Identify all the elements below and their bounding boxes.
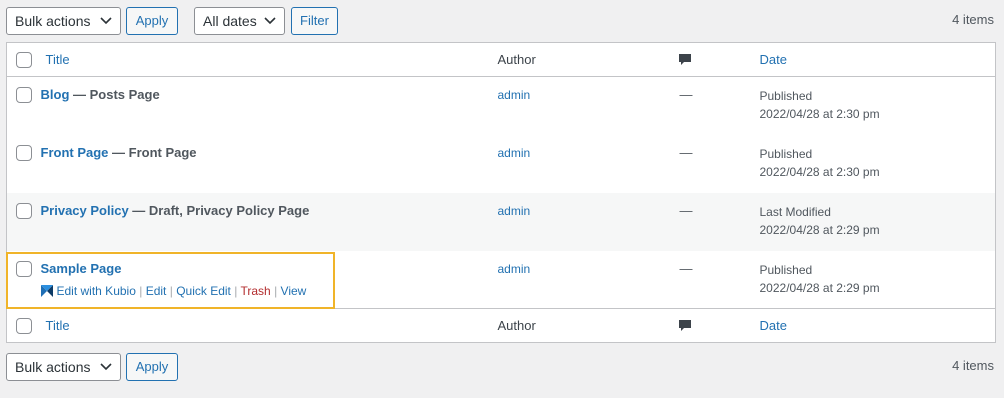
chevron-down-icon (264, 17, 276, 25)
select-all-checkbox[interactable] (16, 51, 32, 68)
post-date: 2022/04/28 at 2:30 pm (759, 164, 880, 179)
table-row: Front Page — Front Page admin — Publishe… (7, 135, 996, 193)
select-all-checkbox[interactable] (16, 317, 32, 334)
column-author-label: Author (497, 52, 536, 67)
comment-bubble-icon[interactable] (678, 319, 692, 333)
column-date-sort-link[interactable]: Date (760, 318, 787, 333)
author-link[interactable]: admin (498, 262, 531, 276)
author-link[interactable]: admin (498, 204, 531, 218)
bulk-actions-select[interactable]: Bulk actions (6, 353, 121, 381)
post-date: 2022/04/28 at 2:29 pm (759, 222, 880, 237)
action-separator: | (274, 283, 278, 298)
action-separator: | (169, 283, 173, 298)
row-checkbox[interactable] (16, 260, 32, 277)
pages-table: Title Author Date Blog — Posts Page admi… (6, 42, 996, 343)
items-count: 4 items (952, 358, 994, 373)
tablenav-top: Bulk actions Apply All dates Filter 4 it… (0, 7, 1004, 37)
quick-edit-link[interactable]: Quick Edit (176, 284, 231, 298)
row-checkbox[interactable] (16, 87, 32, 103)
post-state: — Draft, Privacy Policy Page (132, 202, 310, 218)
row-actions: Edit with Kubio | Edit | Quick Edit | Tr… (40, 283, 498, 298)
kubio-logo-icon (40, 284, 53, 297)
chevron-down-icon (100, 363, 112, 371)
select-all-cell (6, 42, 37, 77)
row-checkbox[interactable] (16, 202, 32, 219)
post-status: Published (759, 146, 813, 161)
table-header-row: Title Author Date (6, 42, 996, 77)
comment-count: — (679, 87, 693, 102)
action-separator: | (139, 283, 143, 298)
row-checkbox[interactable] (16, 144, 32, 161)
chevron-down-icon (100, 17, 112, 25)
apply-button[interactable]: Apply (126, 353, 178, 381)
table-footer-row: Title Author Date (6, 308, 996, 343)
date-filter-select[interactable]: All dates (194, 7, 285, 35)
bulk-actions-value: Bulk actions (15, 359, 91, 375)
post-date: 2022/04/28 at 2:30 pm (759, 107, 880, 121)
page-title-link[interactable]: Blog (41, 87, 70, 102)
page-title-link[interactable]: Sample Page (41, 261, 122, 276)
comment-count: — (679, 144, 693, 160)
column-title-sort-link[interactable]: Title (46, 318, 70, 333)
post-state: — Posts Page (73, 87, 160, 102)
author-link[interactable]: admin (498, 146, 531, 160)
post-status: Last Modified (759, 204, 831, 219)
filter-button[interactable]: Filter (291, 7, 338, 35)
trash-link[interactable]: Trash (240, 284, 270, 298)
comment-bubble-icon[interactable] (678, 53, 692, 67)
comment-count: — (679, 202, 693, 218)
bulk-actions-select[interactable]: Bulk actions (6, 7, 121, 35)
date-filter-value: All dates (203, 13, 257, 29)
table-row: Blog — Posts Page admin — Published 2022/… (7, 77, 996, 135)
table-row: Sample Page Edit with Kubio | Edit | Qui… (7, 251, 996, 309)
post-state: — Front Page (112, 144, 197, 160)
items-count: 4 items (952, 12, 994, 27)
column-date-sort-link[interactable]: Date (760, 52, 787, 67)
edit-with-kubio-link[interactable]: Edit with Kubio (57, 284, 136, 298)
author-link[interactable]: admin (498, 88, 531, 102)
bulk-actions-value: Bulk actions (15, 13, 91, 29)
apply-button[interactable]: Apply (126, 7, 178, 35)
post-date: 2022/04/28 at 2:29 pm (759, 280, 880, 295)
page-title-link[interactable]: Privacy Policy (41, 203, 129, 218)
action-separator: | (234, 283, 238, 298)
post-status: Published (759, 262, 813, 277)
edit-link[interactable]: Edit (146, 284, 167, 298)
post-status: Published (759, 89, 813, 103)
tablenav-bottom: Bulk actions Apply 4 items (0, 353, 1004, 383)
view-link[interactable]: View (281, 284, 307, 298)
column-author-label: Author (497, 318, 536, 333)
comment-count: — (679, 260, 693, 276)
table-row: Privacy Policy — Draft, Privacy Policy P… (6, 192, 996, 251)
column-title-sort-link[interactable]: Title (46, 52, 70, 67)
page-title-link[interactable]: Front Page (41, 145, 109, 160)
